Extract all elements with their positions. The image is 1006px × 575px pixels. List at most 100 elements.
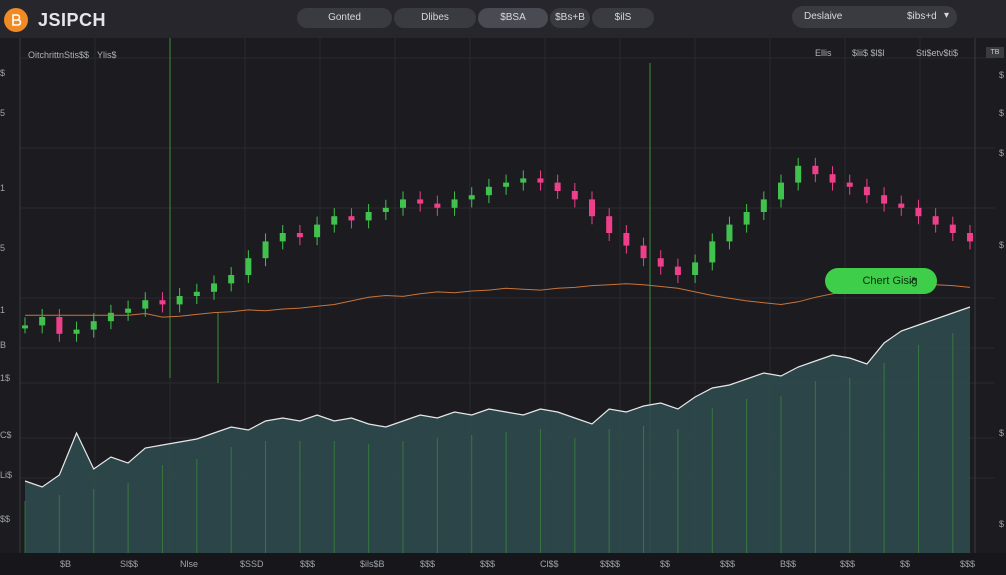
y-tick-left: 5 [0, 243, 6, 253]
candle-body [760, 199, 767, 212]
candle-body [812, 165, 819, 175]
legend-item-2: Stis$$ [64, 50, 90, 60]
y-tick-left: $ [0, 68, 6, 78]
price-chart[interactable] [0, 38, 1006, 553]
y-tick-right: $ [998, 148, 1004, 158]
candle-body [967, 233, 973, 242]
pair-selector[interactable]: Deslaive $ibs+d ▾ [792, 6, 957, 28]
y-tick-left: 1 [0, 305, 6, 315]
chevron-down-icon: ▾ [943, 10, 949, 21]
candle-body [159, 300, 166, 305]
candle-body [434, 203, 441, 208]
x-tick-label: Sl$$ [120, 559, 139, 569]
candle-body [73, 329, 80, 334]
candle-body [640, 245, 647, 259]
candle-body [400, 199, 406, 208]
legend-item-3: Ylis$ [97, 50, 117, 60]
candle-body [554, 182, 561, 191]
arrow-up-right-icon: ↗ [907, 275, 917, 287]
candle-body [692, 262, 699, 275]
x-tick-label: $$$ [300, 559, 316, 569]
bitcoin-logo-icon [4, 8, 28, 32]
pair-selector-left-label: Deslaive [804, 11, 843, 22]
x-tick-label: $$$ [720, 559, 736, 569]
tab-gonted[interactable]: Gonted [297, 8, 392, 28]
legend-right-1: Ellis [815, 48, 832, 58]
candle-body [262, 241, 269, 259]
candle-body [417, 199, 424, 204]
candle-body [657, 258, 664, 267]
candle-body [348, 216, 355, 221]
x-tick-label: $$$ [480, 559, 496, 569]
y-tick-right: $ [998, 240, 1004, 250]
x-tick-label: $$$ [840, 559, 856, 569]
y-tick-left: 1 [0, 183, 6, 193]
time-axis [0, 553, 1006, 575]
x-tick-label: $$$ [420, 559, 436, 569]
candle-body [176, 296, 183, 305]
candle-body [674, 266, 681, 275]
candle-body [623, 233, 630, 246]
candle-body [606, 216, 613, 233]
candle-body [709, 241, 716, 263]
candle-body [451, 199, 458, 208]
candle-body [589, 199, 595, 217]
area-fill [25, 307, 970, 553]
candle-body [468, 195, 475, 200]
x-tick-label: B$$ [780, 559, 797, 569]
candle-body [932, 216, 939, 225]
candle-body [193, 291, 200, 296]
candle-body [846, 182, 853, 187]
y-tick-right: $ [998, 70, 1004, 80]
candle-body [296, 233, 303, 238]
candle-body [90, 321, 97, 330]
candle-body [211, 283, 217, 292]
candle-body [125, 308, 132, 313]
candle-body [915, 207, 922, 217]
candle-body [778, 182, 784, 200]
candle-body [898, 203, 905, 208]
candle-body [743, 212, 750, 225]
y-tick-right: $ [998, 428, 1004, 438]
candle-body [245, 258, 252, 275]
y-tick-left: C$ [0, 430, 12, 440]
candle-body [56, 317, 63, 334]
x-tick-label: $$$ [960, 559, 976, 569]
candle-body [726, 224, 733, 242]
legend-right-3: Sti$etv$ti$ [916, 48, 959, 58]
y-tick-right: $ [998, 519, 1004, 529]
candle-body [314, 224, 321, 238]
candle-body [949, 224, 956, 233]
y-tick-left: $$ [0, 514, 11, 524]
legend-item-1: Oitchrittn [28, 50, 65, 60]
candle-body [331, 216, 338, 225]
candle-body [279, 233, 286, 242]
top-toolbar: JSIPCH Gonted Dlibes $BSA $Bs+B $ilS Des… [0, 0, 1006, 38]
candle-body [228, 275, 235, 284]
candle-body [485, 186, 492, 196]
pair-selector-right-label: $ibs+d [907, 11, 937, 22]
candle-body [22, 325, 28, 329]
tab-ils[interactable]: $ilS [592, 8, 654, 28]
tab-dlibes[interactable]: Dlibes [394, 8, 476, 28]
candle-body [520, 178, 527, 183]
candle-body [571, 191, 578, 200]
candle-body [863, 186, 870, 196]
y-tick-left: 1$ [0, 373, 11, 383]
candle-body [142, 300, 149, 309]
app-title: JSIPCH [38, 10, 107, 30]
tab-bsa[interactable]: $BSA [478, 8, 548, 28]
tab-bs-b[interactable]: $Bs+B [550, 8, 590, 28]
x-tick-label: $$ [900, 559, 911, 569]
x-tick-label: $SSD [240, 559, 264, 569]
candle-body [881, 195, 888, 204]
candle-body [382, 207, 389, 212]
y-tick-left: 5 [0, 108, 6, 118]
x-tick-label: Cl$$ [540, 559, 559, 569]
x-tick-label: $$ [660, 559, 671, 569]
candle-body [39, 317, 46, 326]
y-tick-right: $ [998, 108, 1004, 118]
chart-settings-badge[interactable]: TB [986, 47, 1004, 58]
y-tick-left: B [0, 340, 7, 350]
chart-action-button[interactable]: Chert Gisig ↗ [825, 268, 937, 294]
